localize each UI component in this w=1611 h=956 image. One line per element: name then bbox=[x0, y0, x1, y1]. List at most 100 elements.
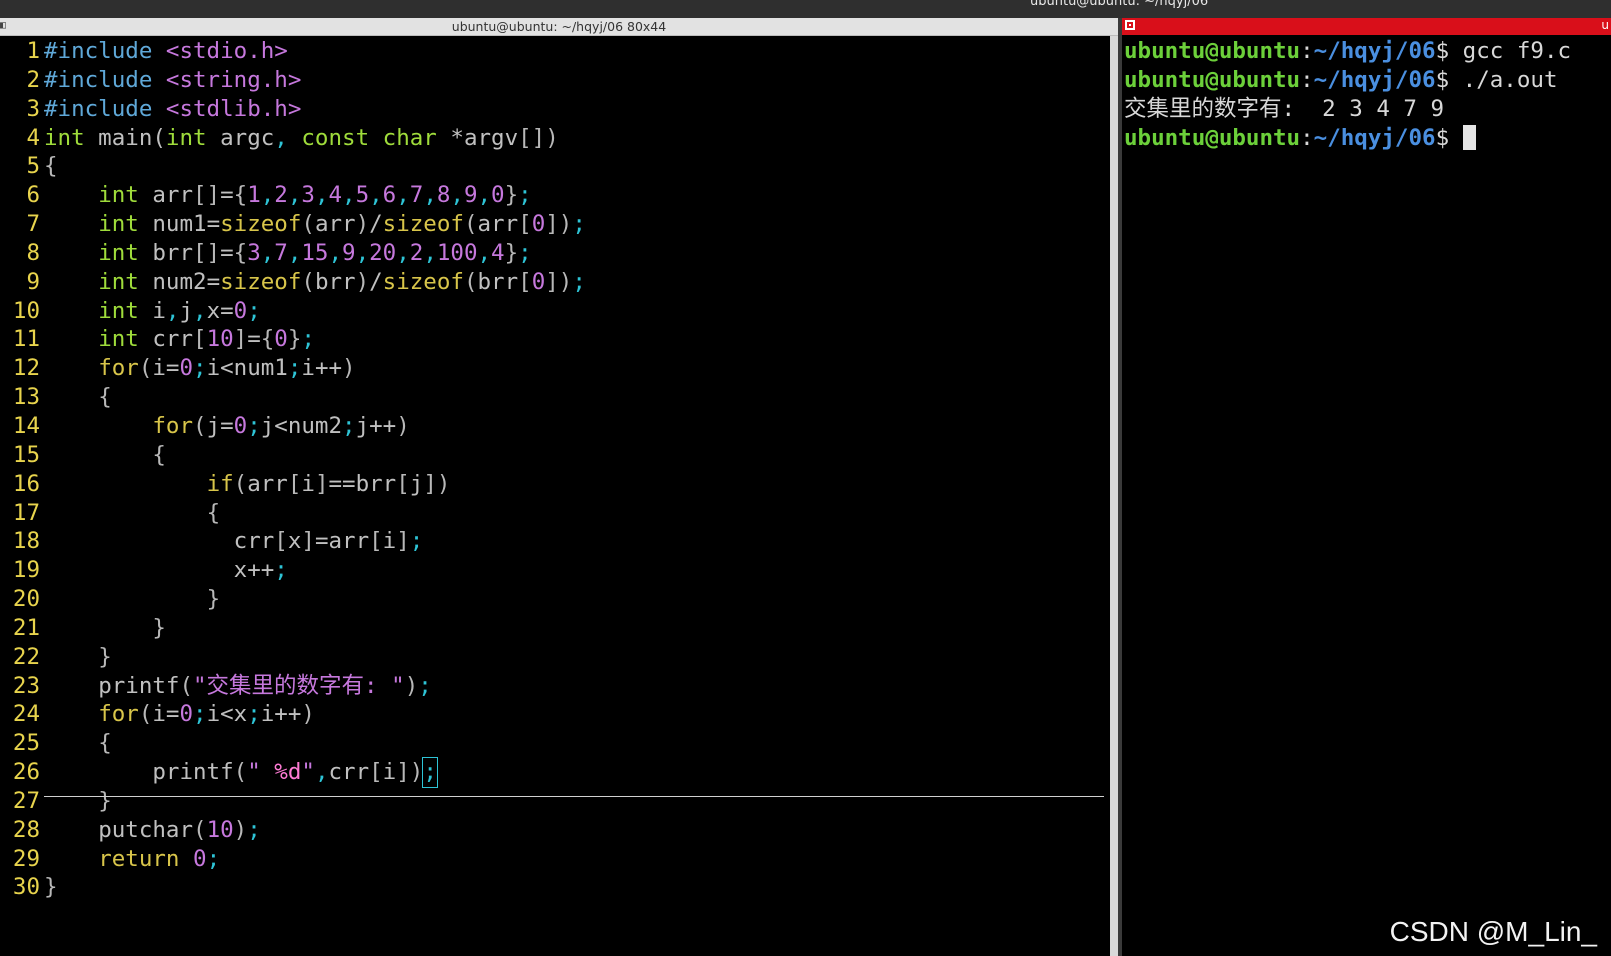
code-token: []) bbox=[518, 124, 559, 151]
program-output: 交集里的数字有: 2 3 4 7 9 bbox=[1124, 95, 1445, 122]
shell-output[interactable]: ubuntu@ubuntu:~/hqyj/06$ gcc f9.c ubuntu@… bbox=[1124, 37, 1571, 152]
code-token: i bbox=[301, 470, 315, 497]
code-token: 0 bbox=[274, 326, 288, 353]
code-token: ) bbox=[233, 816, 248, 843]
code-token: ]) bbox=[545, 211, 573, 238]
code-token: 5 bbox=[355, 182, 370, 209]
code-line[interactable]: 17 { bbox=[0, 499, 586, 528]
code-line[interactable]: 15 { bbox=[0, 441, 586, 470]
code-token: [ bbox=[518, 268, 532, 295]
code-line[interactable]: 5{ bbox=[0, 152, 586, 181]
code-token: = bbox=[314, 528, 329, 555]
left-terminal-scrollbar[interactable] bbox=[1110, 36, 1118, 956]
code-token: j bbox=[206, 412, 221, 439]
code-line[interactable]: 20 } bbox=[0, 585, 586, 614]
code-line[interactable]: 7 int num1=sizeof(arr)/sizeof(arr[0]); bbox=[0, 210, 585, 239]
code-line[interactable]: 2 #include <string.h> bbox=[0, 66, 586, 95]
code-token: 9 bbox=[463, 182, 478, 209]
code-line[interactable]: 4 int main(int argc, const char *argv[]) bbox=[0, 124, 586, 153]
code-token: = bbox=[220, 182, 234, 209]
line-number: 11 bbox=[12, 326, 40, 353]
code-line[interactable]: 27 } bbox=[0, 787, 586, 816]
code-token: = bbox=[165, 701, 180, 728]
code-token: num1 bbox=[138, 211, 207, 238]
code-line[interactable]: 16 if(arr[i]==brr[j]) bbox=[0, 470, 586, 499]
code-token: num2 bbox=[138, 268, 207, 295]
code-line[interactable]: 23 printf("交集里的数字有: "); bbox=[0, 672, 586, 701]
code-line[interactable]: 9 int num2=sizeof(brr)/sizeof(brr[0]); bbox=[0, 268, 585, 297]
code-line[interactable]: 24 for(i=0;i<x;i++) bbox=[0, 700, 586, 729]
code-token: [ bbox=[287, 470, 302, 497]
line-number: 15 bbox=[12, 441, 40, 468]
right-terminal-titlebar[interactable]: u bbox=[1122, 18, 1611, 35]
code-token: ] bbox=[396, 528, 410, 555]
line-number: 27 bbox=[12, 787, 40, 814]
code-token: ( bbox=[193, 816, 207, 843]
cursor-line-underline bbox=[44, 796, 1104, 797]
code-line[interactable]: 10 int i,j,x=0; bbox=[0, 297, 586, 326]
code-line[interactable]: 12 for(i=0;i<num1;i++) bbox=[0, 354, 586, 383]
code-token: arr bbox=[138, 182, 194, 209]
code-line[interactable]: 13 { bbox=[0, 383, 586, 412]
close-icon[interactable]: u bbox=[1601, 17, 1609, 34]
code-line[interactable]: 11 int crr[10]={0}; bbox=[0, 325, 586, 354]
code-token: brr bbox=[138, 239, 194, 266]
code-token: 0 bbox=[193, 845, 207, 872]
source-code-view[interactable]: 1 #include <stdio.h> 2 #include <string.h> 3… bbox=[0, 37, 586, 902]
code-token: ; bbox=[247, 701, 261, 728]
code-line[interactable]: 8 int brr[]={3,7,15,9,20,2,100,4}; bbox=[0, 239, 586, 268]
code-token: "交集里的数字有: " bbox=[193, 672, 405, 699]
code-line[interactable]: 30} bbox=[0, 873, 586, 902]
shell-terminal-pane[interactable] bbox=[1122, 36, 1611, 956]
code-token: 0 bbox=[233, 297, 248, 324]
code-line[interactable]: 14 for(j=0;j<num2;j++) bbox=[0, 412, 586, 441]
code-token: , bbox=[328, 239, 343, 266]
system-window-title: ubuntu@ubuntu: ~/hqyj/06 bbox=[1030, 0, 1209, 9]
code-token: } bbox=[504, 239, 519, 266]
code-token: { bbox=[260, 326, 275, 353]
code-token: ; bbox=[193, 355, 207, 382]
code-token: #include bbox=[44, 95, 166, 122]
code-line[interactable]: 25 { bbox=[0, 729, 586, 758]
code-token: <string.h> bbox=[165, 66, 302, 93]
code-token: x bbox=[206, 297, 221, 324]
code-token: , bbox=[314, 182, 329, 209]
code-line[interactable]: 3 #include <stdlib.h> bbox=[0, 95, 586, 124]
code-line[interactable]: 18 crr[x]=arr[i]; bbox=[0, 527, 586, 556]
line-number: 16 bbox=[12, 470, 40, 497]
code-line[interactable]: 1 #include <stdio.h> bbox=[0, 37, 586, 66]
code-token: , bbox=[314, 759, 329, 786]
code-token: x bbox=[287, 528, 302, 555]
line-number: 18 bbox=[12, 528, 40, 555]
line-number: 8 bbox=[26, 239, 40, 266]
code-token: j bbox=[260, 412, 275, 439]
code-token: int bbox=[98, 326, 139, 353]
code-line[interactable]: 28 putchar(10); bbox=[0, 816, 586, 845]
window-menu-icon[interactable] bbox=[1125, 20, 1135, 30]
code-token: } bbox=[504, 182, 519, 209]
code-token: ) bbox=[355, 211, 370, 238]
line-number: 3 bbox=[26, 95, 40, 122]
code-line[interactable]: 22 } bbox=[0, 643, 586, 672]
command-text: gcc f9.c bbox=[1462, 38, 1572, 64]
code-token: i bbox=[382, 759, 397, 786]
line-number: 28 bbox=[12, 816, 40, 843]
code-line[interactable]: 21 } bbox=[0, 614, 586, 643]
code-token: , bbox=[396, 239, 410, 266]
code-token: , bbox=[165, 297, 180, 324]
code-token: } bbox=[44, 874, 58, 901]
code-token: ]) bbox=[545, 268, 573, 295]
code-line[interactable]: 6 int arr[]={1,2,3,4,5,6,7,8,9,0}; bbox=[0, 181, 586, 210]
code-token: printf bbox=[152, 759, 234, 786]
code-line[interactable]: 19 x++; bbox=[0, 556, 586, 585]
code-line[interactable]: 29 return 0; bbox=[0, 845, 586, 874]
code-token: x bbox=[233, 557, 248, 584]
code-token: , bbox=[287, 239, 302, 266]
code-token: , bbox=[193, 297, 207, 324]
left-terminal-titlebar[interactable]: ◧ ubuntu@ubuntu: ~/hqyj/06 80x44 bbox=[0, 18, 1118, 36]
code-token: 15 bbox=[301, 239, 329, 266]
code-line[interactable]: 26 printf(" %d",crr[i]); bbox=[0, 757, 586, 788]
